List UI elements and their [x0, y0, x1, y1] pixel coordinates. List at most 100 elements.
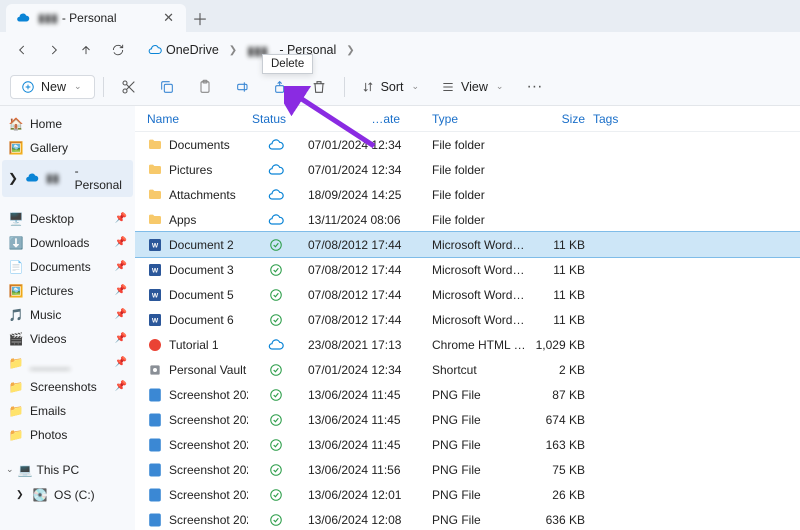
- cut-button[interactable]: [112, 73, 146, 101]
- file-name: Personal Vault: [169, 363, 246, 377]
- file-row[interactable]: Documents07/01/2024 12:34File folder: [135, 132, 800, 157]
- header-status[interactable]: Status: [248, 112, 304, 126]
- toolbar: New ⌄ Sort⌄ View⌄ ···: [0, 68, 800, 106]
- cell-status: [248, 313, 304, 327]
- png-file-icon: [147, 387, 163, 403]
- downloads-icon: ⬇️: [8, 235, 24, 251]
- file-row[interactable]: Pictures07/01/2024 12:34File folder: [135, 157, 800, 182]
- cell-size: 636 KB: [531, 513, 589, 527]
- cell-name: Pictures: [143, 162, 248, 178]
- paste-button[interactable]: [188, 73, 222, 101]
- file-row[interactable]: Screenshot 2024-06...13/06/2024 11:45PNG…: [135, 407, 800, 432]
- sidebar-pictures[interactable]: 🖼️Pictures📌: [2, 279, 133, 303]
- folder-icon: [147, 212, 163, 228]
- file-row[interactable]: Attachments18/09/2024 14:25File folder: [135, 182, 800, 207]
- view-button[interactable]: View⌄: [433, 76, 513, 98]
- cell-name: WDocument 6: [143, 312, 248, 328]
- cell-date: 13/06/2024 11:45: [304, 438, 428, 452]
- file-row[interactable]: Personal Vault07/01/2024 12:34Shortcut2 …: [135, 357, 800, 382]
- pin-icon: 📌: [115, 381, 127, 393]
- sidebar-thispc[interactable]: ⌄💻This PC: [2, 457, 133, 483]
- vault-icon: [147, 362, 163, 378]
- header-date[interactable]: …ate: [304, 112, 428, 126]
- file-row[interactable]: Screenshot 2024-06...13/06/2024 11:56PNG…: [135, 457, 800, 482]
- cell-type: Microsoft Word D...: [428, 313, 531, 327]
- more-button[interactable]: ···: [517, 73, 551, 101]
- sidebar-osc[interactable]: ❯💽OS (C:): [2, 483, 133, 507]
- file-row[interactable]: Screenshot 2024-06...13/06/2024 12:01PNG…: [135, 482, 800, 507]
- share-button[interactable]: [264, 73, 298, 101]
- cell-name: Attachments: [143, 187, 248, 203]
- cell-status: [248, 288, 304, 302]
- cell-size: 11 KB: [531, 313, 589, 327]
- cell-date: 07/01/2024 12:34: [304, 138, 428, 152]
- status-synced-icon: [269, 463, 283, 477]
- cell-name: Apps: [143, 212, 248, 228]
- file-name: Tutorial 1: [169, 338, 219, 352]
- sidebar-photos[interactable]: 📁Photos: [2, 423, 133, 447]
- header-tags[interactable]: Tags: [589, 112, 649, 126]
- breadcrumb: OneDrive ❯ ▮▮▮ - Personal ❯: [144, 41, 357, 60]
- cell-status: [248, 513, 304, 527]
- svg-text:W: W: [152, 292, 159, 299]
- cell-name: Screenshot 2024-06...: [143, 512, 248, 528]
- cell-status: [248, 488, 304, 502]
- rename-button[interactable]: [226, 73, 260, 101]
- file-row[interactable]: Apps13/11/2024 08:06File folder: [135, 207, 800, 232]
- cell-size: 674 KB: [531, 413, 589, 427]
- file-name: Documents: [169, 138, 230, 152]
- new-tab-button[interactable]: ＋: [186, 4, 214, 32]
- file-row[interactable]: WDocument 207/08/2012 17:44Microsoft Wor…: [135, 232, 800, 257]
- cell-date: 07/01/2024 12:34: [304, 163, 428, 177]
- file-name: Screenshot 2024-06...: [169, 388, 248, 402]
- cell-status: [248, 363, 304, 377]
- forward-button[interactable]: [40, 36, 68, 64]
- header-size[interactable]: Size: [531, 112, 589, 126]
- header-type[interactable]: Type: [428, 112, 531, 126]
- cell-status: [248, 137, 304, 153]
- refresh-button[interactable]: [104, 36, 132, 64]
- sidebar-documents[interactable]: 📄Documents📌: [2, 255, 133, 279]
- sidebar-music[interactable]: 🎵Music📌: [2, 303, 133, 327]
- sidebar-screenshots[interactable]: 📁Screenshots📌: [2, 375, 133, 399]
- cell-name: Tutorial 1: [143, 337, 248, 353]
- breadcrumb-root[interactable]: OneDrive: [144, 41, 223, 59]
- folder-icon: [147, 162, 163, 178]
- folder-icon: [147, 137, 163, 153]
- copy-button[interactable]: [150, 73, 184, 101]
- sidebar-downloads[interactable]: ⬇️Downloads📌: [2, 231, 133, 255]
- window-tab[interactable]: ▮▮▮- Personal ✕: [6, 4, 186, 32]
- sidebar-videos[interactable]: 🎬Videos📌: [2, 327, 133, 351]
- file-row[interactable]: WDocument 607/08/2012 17:44Microsoft Wor…: [135, 307, 800, 332]
- cell-size: 26 KB: [531, 488, 589, 502]
- new-button[interactable]: New ⌄: [10, 75, 95, 99]
- file-row[interactable]: WDocument 307/08/2012 17:44Microsoft Wor…: [135, 257, 800, 282]
- clipboard-icon: [197, 79, 213, 95]
- sidebar-desktop[interactable]: 🖥️Desktop📌: [2, 207, 133, 231]
- file-row[interactable]: Screenshot 2024-06...13/06/2024 11:45PNG…: [135, 432, 800, 457]
- up-button[interactable]: [72, 36, 100, 64]
- cell-date: 07/08/2012 17:44: [304, 238, 428, 252]
- status-cloud-icon: [268, 137, 284, 153]
- file-row[interactable]: Tutorial 123/08/2021 17:13Chrome HTML Do…: [135, 332, 800, 357]
- header-name[interactable]: Name: [143, 112, 248, 126]
- tab-close-icon[interactable]: ✕: [161, 8, 176, 28]
- file-row[interactable]: Screenshot 2024-06...13/06/2024 12:08PNG…: [135, 507, 800, 530]
- sort-button[interactable]: Sort⌄: [353, 76, 429, 98]
- file-row[interactable]: WDocument 507/08/2012 17:44Microsoft Wor…: [135, 282, 800, 307]
- sidebar-emails[interactable]: 📁Emails: [2, 399, 133, 423]
- status-cloud-icon: [268, 212, 284, 228]
- status-synced-icon: [269, 413, 283, 427]
- file-name: Pictures: [169, 163, 212, 177]
- back-button[interactable]: [8, 36, 36, 64]
- file-row[interactable]: Screenshot 2024-06...13/06/2024 11:45PNG…: [135, 382, 800, 407]
- sidebar-onedrive-personal[interactable]: ❯▮▮ - Personal: [2, 160, 133, 197]
- rename-icon: [235, 79, 251, 95]
- cell-status: [248, 263, 304, 277]
- sidebar-home[interactable]: 🏠Home: [2, 112, 133, 136]
- sidebar-folder-blurred[interactable]: 📁______📌: [2, 351, 133, 375]
- sidebar-gallery[interactable]: 🖼️Gallery: [2, 136, 133, 160]
- onedrive-cloud-icon: [16, 11, 30, 25]
- delete-button[interactable]: [302, 73, 336, 101]
- videos-icon: 🎬: [8, 331, 24, 347]
